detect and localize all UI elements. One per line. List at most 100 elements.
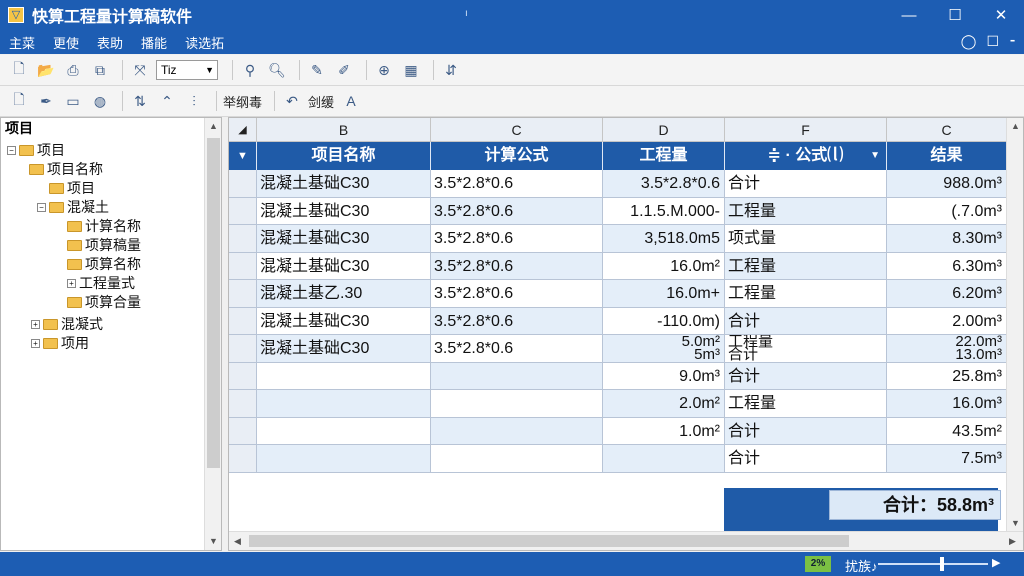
cell-formula[interactable]: 3.5*2.8*0.6	[431, 280, 603, 308]
pen-icon[interactable]: ✐	[333, 59, 355, 81]
menu-item-options[interactable]: 读选拓	[176, 33, 233, 52]
column-letter-d[interactable]: D	[603, 118, 725, 142]
refresh-icon[interactable]: ⇵	[440, 59, 462, 81]
cell-quantity[interactable]: 16.0m+	[603, 280, 725, 308]
expand-icon[interactable]: +	[31, 338, 40, 348]
tree-node-calc-name[interactable]: 计算名称	[67, 216, 141, 236]
scroll-down-icon[interactable]: ▼	[205, 533, 222, 550]
cell-type[interactable]: 工程量	[725, 197, 887, 225]
cell-result[interactable]: 6.30m³	[887, 252, 1007, 280]
toolbar-label-outline[interactable]: 举纲毒	[223, 92, 262, 111]
cell-result[interactable]: 988.0m³	[887, 170, 1007, 198]
cell-item-name[interactable]	[257, 390, 431, 418]
row-header[interactable]	[229, 335, 257, 363]
cell-type[interactable]: 工程量 合计	[725, 335, 887, 363]
collapse-icon[interactable]: −	[7, 145, 16, 155]
header-item-name[interactable]: 项目名称	[257, 142, 431, 170]
expand-icon[interactable]: +	[31, 319, 40, 329]
cell-type[interactable]: 合计	[725, 445, 887, 473]
cell-type[interactable]: 合计	[725, 170, 887, 198]
menu-item-use[interactable]: 更使	[44, 33, 88, 52]
minimize-button[interactable]: —	[886, 0, 932, 30]
tree-node-calc-quantity[interactable]: 项算稿量	[67, 235, 141, 255]
format-icon[interactable]: ⤧	[129, 59, 151, 81]
tree-node-calc-label[interactable]: 项算名称	[67, 254, 141, 274]
filter-icon[interactable]: ⫶	[183, 90, 205, 112]
row-header[interactable]	[229, 362, 257, 390]
cell-result[interactable]: 7.5m³	[887, 445, 1007, 473]
tree-node-root[interactable]: − 项目	[7, 140, 65, 160]
collapse-icon[interactable]: −	[37, 202, 46, 212]
globe-icon[interactable]: ◍	[89, 90, 111, 112]
cell-result[interactable]: 2.00m³	[887, 307, 1007, 335]
menu-item-main[interactable]: 主菜	[0, 33, 44, 52]
row-header[interactable]	[229, 307, 257, 335]
cell-quantity[interactable]: 16.0m²	[603, 252, 725, 280]
close-button[interactable]: ✕	[978, 0, 1024, 30]
column-letter-c2[interactable]: C	[887, 118, 1007, 142]
scroll-down-icon[interactable]: ▼	[1007, 515, 1023, 532]
cell-quantity[interactable]: 3.5*2.8*0.6	[603, 170, 725, 198]
cell-result[interactable]: 22.0m³ 13.0m³	[887, 335, 1007, 363]
row-header[interactable]	[229, 197, 257, 225]
grid-vertical-scrollbar[interactable]: ▲ ▼	[1006, 118, 1023, 532]
brush-icon[interactable]: ✒	[35, 90, 57, 112]
cell-quantity[interactable]: 9.0m³	[603, 362, 725, 390]
chevron-down-icon[interactable]: ▼	[870, 142, 880, 170]
expand-icon[interactable]: +	[67, 278, 76, 288]
cell-item-name[interactable]	[257, 417, 431, 445]
column-letter-f[interactable]: F	[725, 118, 887, 142]
menu-item-help[interactable]: 表助	[88, 33, 132, 52]
cell-quantity[interactable]: -110.0m)	[603, 307, 725, 335]
cell-item-name[interactable]: 混凝土基础C30	[257, 335, 431, 363]
zoom-slider-handle[interactable]	[940, 557, 944, 571]
copy-icon[interactable]: ⧉	[89, 59, 111, 81]
header-quantity[interactable]: 工程量	[603, 142, 725, 170]
cell-quantity[interactable]: 1.1.5.M.000-	[603, 197, 725, 225]
zoom-arrow-icon[interactable]: ▶	[992, 556, 1000, 569]
cell-item-name[interactable]: 混凝土基础C30	[257, 225, 431, 253]
row-header[interactable]	[229, 252, 257, 280]
restore-icon[interactable]: ☐	[986, 33, 999, 50]
cell-formula[interactable]	[431, 390, 603, 418]
tree-scroll-thumb[interactable]	[207, 138, 220, 468]
zoom-slider[interactable]	[878, 563, 988, 565]
person-icon[interactable]: ⚲	[239, 59, 261, 81]
column-letter-b[interactable]: B	[257, 118, 431, 142]
scroll-up-icon[interactable]: ▲	[205, 118, 222, 135]
cell-quantity[interactable]: 2.0m²	[603, 390, 725, 418]
cell-formula[interactable]: 3.5*2.8*0.6	[431, 170, 603, 198]
monitor-icon[interactable]: ▭	[62, 90, 84, 112]
new-file-icon[interactable]: 🗋	[8, 59, 30, 81]
cell-formula[interactable]	[431, 445, 603, 473]
row-header[interactable]	[229, 417, 257, 445]
cell-result[interactable]: (.7.0m³	[887, 197, 1007, 225]
print-icon[interactable]: ⎙	[62, 59, 84, 81]
cell-result[interactable]: 6.20m³	[887, 280, 1007, 308]
cell-result[interactable]: 16.0m³	[887, 390, 1007, 418]
tree-scrollbar[interactable]: ▲ ▼	[204, 118, 221, 550]
filter-dropdown-icon[interactable]: ▼	[229, 142, 257, 170]
tree-node-project[interactable]: 项目	[49, 178, 95, 198]
grid-scroll-thumb[interactable]	[249, 535, 849, 547]
undo-icon[interactable]: ↶	[281, 90, 303, 112]
cell-item-name[interactable]: 混凝土基础C30	[257, 307, 431, 335]
cell-type[interactable]: 合计	[725, 307, 887, 335]
grid-horizontal-scrollbar[interactable]: ◀ ▶	[229, 531, 1023, 550]
column-letter-c[interactable]: C	[431, 118, 603, 142]
search-icon[interactable]: 🔍︎	[266, 59, 288, 81]
cell-formula[interactable]: 3.5*2.8*0.6	[431, 197, 603, 225]
cell-type[interactable]: 工程量	[725, 390, 887, 418]
cell-quantity[interactable]: 1.0m²	[603, 417, 725, 445]
tree-node-project-name[interactable]: 项目名称	[29, 159, 103, 179]
grid-icon[interactable]: ▦	[400, 59, 422, 81]
font-select[interactable]: Tiz ▼	[156, 60, 218, 80]
row-header[interactable]	[229, 390, 257, 418]
menu-more-icon[interactable]: ⁃	[1009, 33, 1016, 50]
scroll-right-icon[interactable]: ▶	[1004, 533, 1021, 550]
cell-quantity[interactable]	[603, 445, 725, 473]
maximize-button[interactable]: ☐	[932, 0, 978, 30]
cell-result[interactable]: 25.8m³	[887, 362, 1007, 390]
cell-item-name[interactable]: 混凝土基础C30	[257, 252, 431, 280]
edit-icon[interactable]: ⌃	[156, 90, 178, 112]
